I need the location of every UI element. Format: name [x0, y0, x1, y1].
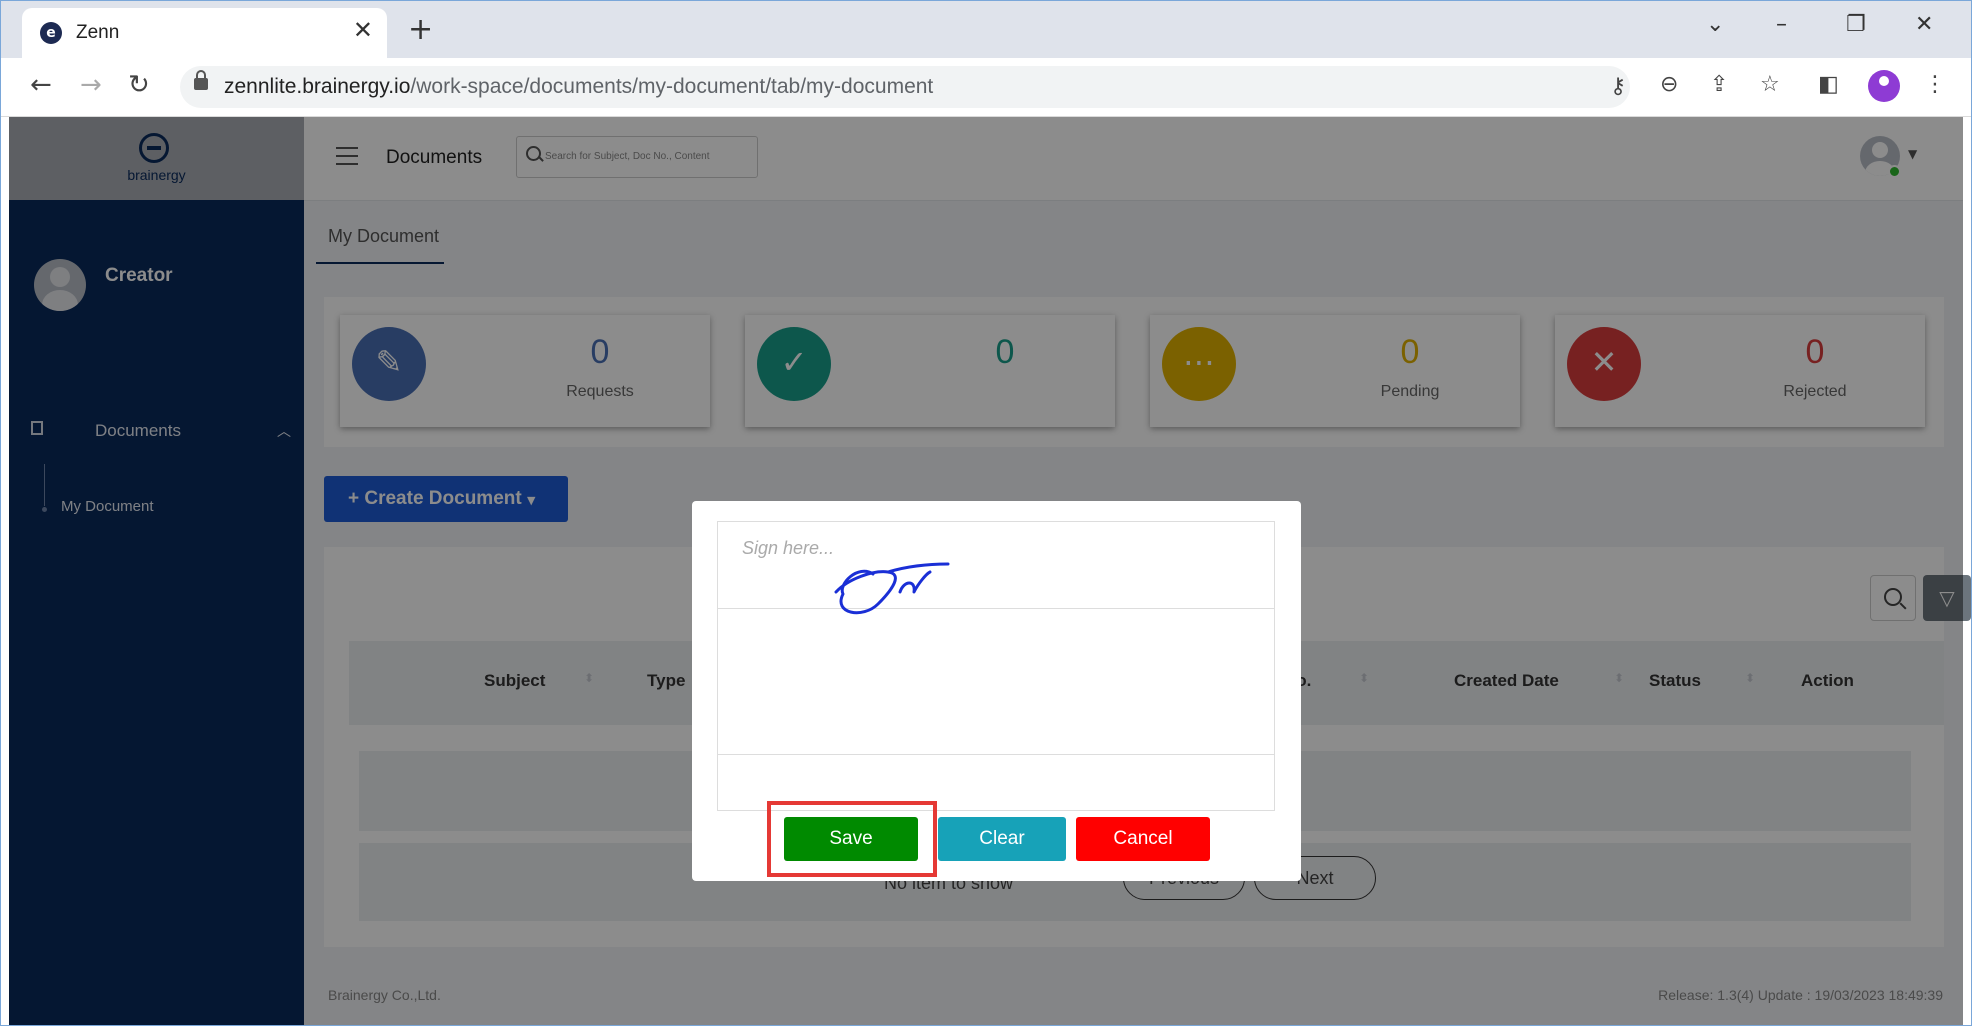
share-icon[interactable]: ⇪	[1710, 72, 1728, 97]
restore-icon[interactable]: ❐	[1846, 12, 1866, 37]
new-tab-icon[interactable]: +	[408, 12, 433, 47]
cancel-button[interactable]: Cancel	[1076, 817, 1210, 861]
forward-icon[interactable]: →	[80, 70, 102, 100]
url-text: zennlite.brainergy.io/work-space/documen…	[224, 75, 934, 98]
zoom-icon[interactable]: ⊖	[1660, 72, 1678, 97]
browser-profile-avatar[interactable]	[1868, 70, 1900, 102]
side-panel-icon[interactable]: ◧	[1818, 72, 1839, 97]
minimize-icon[interactable]: –	[1776, 12, 1787, 37]
signature-guide-line	[718, 754, 1274, 755]
close-tab-icon[interactable]: ✕	[353, 16, 373, 44]
browser-tabstrip: e Zenn ✕ + ⌄ – ❐ ✕	[0, 0, 1972, 58]
highlight-box	[767, 801, 937, 877]
lock-icon	[194, 70, 208, 90]
close-window-icon[interactable]: ✕	[1915, 12, 1933, 37]
browser-menu-icon[interactable]: ⋮	[1924, 72, 1946, 97]
signature-stroke	[834, 562, 950, 615]
signature-modal: Sign here... Save Clear Cancel	[692, 501, 1301, 881]
address-bar[interactable]: zennlite.brainergy.io/work-space/documen…	[180, 66, 1630, 108]
bookmark-star-icon[interactable]: ☆	[1760, 72, 1780, 97]
key-icon[interactable]: ⚷	[1610, 74, 1626, 99]
reload-icon[interactable]: ↻	[128, 70, 150, 100]
tab-title: Zenn	[76, 22, 120, 43]
signature-guide-line	[718, 608, 1274, 609]
signature-pad[interactable]: Sign here...	[717, 521, 1275, 811]
browser-toolbar: ← → ↻ zennlite.brainergy.io/work-space/d…	[0, 58, 1972, 117]
app-container: brainergy Creator Documents ︿ My Documen…	[9, 117, 1971, 1026]
clear-button[interactable]: Clear	[938, 817, 1066, 861]
tab-search-icon[interactable]: ⌄	[1706, 12, 1724, 37]
favicon-icon: e	[40, 22, 62, 44]
back-icon[interactable]: ←	[30, 70, 52, 100]
browser-tab[interactable]: e Zenn ✕	[22, 8, 387, 58]
